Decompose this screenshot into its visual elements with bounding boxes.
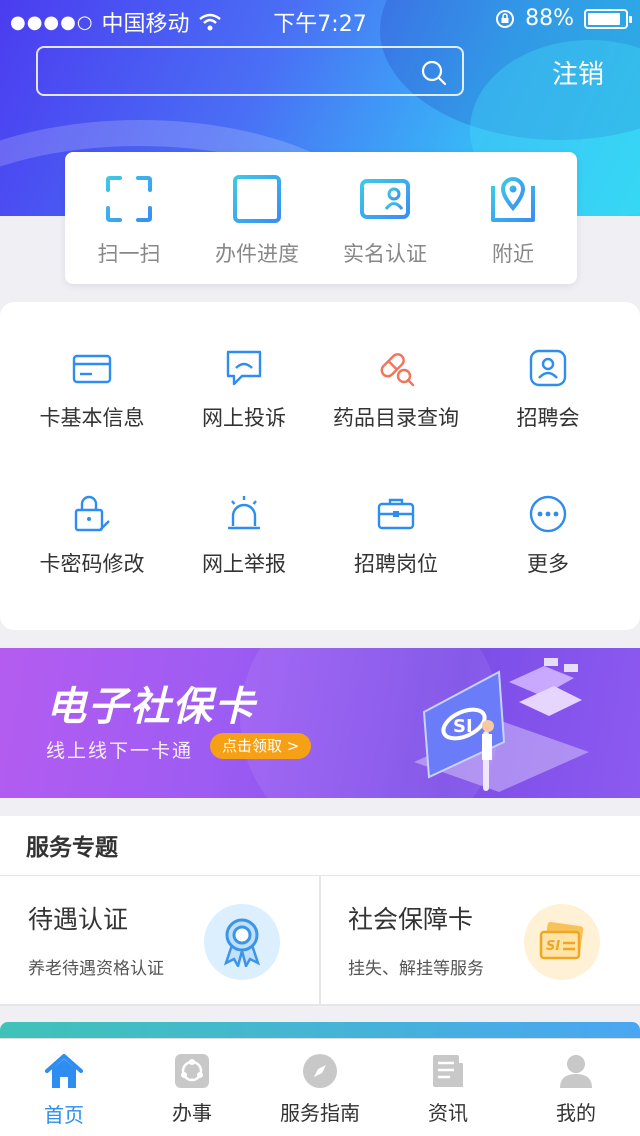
bottom-tab-bar: 首页 办事 服务指南 资讯 我的 <box>0 1038 640 1136</box>
section-title: 服务专题 <box>26 835 118 861</box>
topic-social-security-card[interactable]: 社会保障卡 挂失、解挂等服务 SI <box>320 876 640 1004</box>
quick-action-label: 扫一扫 <box>97 242 161 266</box>
tab-mine[interactable]: 我的 <box>512 1039 640 1136</box>
search-icon[interactable] <box>420 59 448 87</box>
map-pin-icon <box>491 177 535 222</box>
topic-name: 社会保障卡 <box>348 905 474 934</box>
tab-service-guide[interactable]: 服务指南 <box>256 1039 384 1136</box>
quick-action-label: 办件进度 <box>215 242 299 266</box>
lock-edit-icon <box>74 495 110 532</box>
quick-action-label: 附近 <box>492 242 534 266</box>
tab-label: 服务指南 <box>280 1101 360 1125</box>
banner-title: 电子社保卡 <box>46 684 256 730</box>
service-label: 更多 <box>527 552 569 576</box>
quick-actions-card: 扫一扫 办件进度 实名认证 附近 <box>65 152 577 284</box>
service-more[interactable]: 更多 <box>472 494 624 640</box>
rotation-lock-icon <box>496 9 515 28</box>
service-label: 网上举报 <box>202 552 286 576</box>
quick-action-real-name[interactable]: 实名认证 <box>321 152 449 284</box>
quick-action-nearby[interactable]: 附近 <box>449 152 577 284</box>
service-online-complaint[interactable]: 网上投诉 <box>168 348 320 494</box>
complaint-chat-icon <box>226 350 262 386</box>
pill-search-icon <box>380 353 415 387</box>
compass-icon <box>303 1054 337 1088</box>
services-panel: 卡基本信息 网上投诉 药品目录查询 招聘会 卡密码修改 网上举报 招聘岗位 更多 <box>0 302 640 630</box>
service-job-positions[interactable]: 招聘岗位 <box>320 494 472 640</box>
service-job-fair[interactable]: 招聘会 <box>472 348 624 494</box>
alarm-light-icon <box>227 496 261 530</box>
tab-home[interactable]: 首页 <box>0 1039 128 1136</box>
svg-text:SI: SI <box>453 716 473 737</box>
svg-text:SI: SI <box>546 939 560 954</box>
quick-action-label: 实名认证 <box>343 242 427 266</box>
logout-button[interactable]: 注销 <box>552 54 604 91</box>
status-bar: ●●●●○ 中国移动 下午7:27 88% <box>0 0 640 40</box>
banner-claim-button[interactable]: 点击领取 > <box>210 733 312 759</box>
affairs-icon <box>175 1054 209 1088</box>
tab-affairs[interactable]: 办事 <box>128 1039 256 1136</box>
tab-label: 办事 <box>172 1101 212 1125</box>
quick-action-progress[interactable]: 办件进度 <box>193 152 321 284</box>
search-input[interactable] <box>48 54 418 88</box>
tab-label: 首页 <box>44 1103 84 1127</box>
battery-percentage: 88% <box>525 6 574 31</box>
battery-icon <box>584 8 632 29</box>
progress-list-icon <box>233 175 281 223</box>
topic-description: 养老待遇资格认证 <box>28 959 164 979</box>
battery-level-fill <box>588 12 620 25</box>
ribbon-badge-icon <box>223 918 261 967</box>
card-icon <box>72 354 112 384</box>
search-box[interactable] <box>36 46 464 96</box>
banner-illustration: SI <box>414 658 589 792</box>
topic-name: 待遇认证 <box>28 905 129 934</box>
more-icon <box>529 495 567 533</box>
id-card-icon <box>360 179 410 219</box>
service-card-info[interactable]: 卡基本信息 <box>16 348 168 494</box>
topic-icon-circle <box>204 904 280 980</box>
job-fair-icon <box>529 349 567 387</box>
topic-icon-circle: SI <box>524 904 600 980</box>
service-label: 卡密码修改 <box>39 552 145 576</box>
si-card-icon: SI <box>539 922 584 960</box>
topic-description: 挂失、解挂等服务 <box>348 959 484 979</box>
service-online-report[interactable]: 网上举报 <box>168 494 320 640</box>
tab-news[interactable]: 资讯 <box>384 1039 512 1136</box>
scan-icon <box>104 176 154 222</box>
service-label: 招聘会 <box>516 406 580 430</box>
service-label: 网上投诉 <box>202 406 286 430</box>
quick-action-scan[interactable]: 扫一扫 <box>65 152 193 284</box>
banner-subtitle: 线上线下一卡通 <box>46 740 194 762</box>
service-label: 卡基本信息 <box>39 406 145 430</box>
service-card-password[interactable]: 卡密码修改 <box>16 494 168 640</box>
home-icon <box>45 1054 83 1088</box>
tab-label: 资讯 <box>428 1101 468 1125</box>
tab-label: 我的 <box>556 1101 596 1125</box>
user-icon <box>560 1055 592 1088</box>
divider <box>0 1004 640 1006</box>
service-label: 招聘岗位 <box>354 552 438 576</box>
topic-benefit-certification[interactable]: 待遇认证 养老待遇资格认证 <box>0 876 320 1004</box>
service-label: 药品目录查询 <box>333 406 459 430</box>
briefcase-icon <box>377 498 415 530</box>
news-icon <box>433 1055 463 1087</box>
service-drug-catalog[interactable]: 药品目录查询 <box>320 348 472 494</box>
